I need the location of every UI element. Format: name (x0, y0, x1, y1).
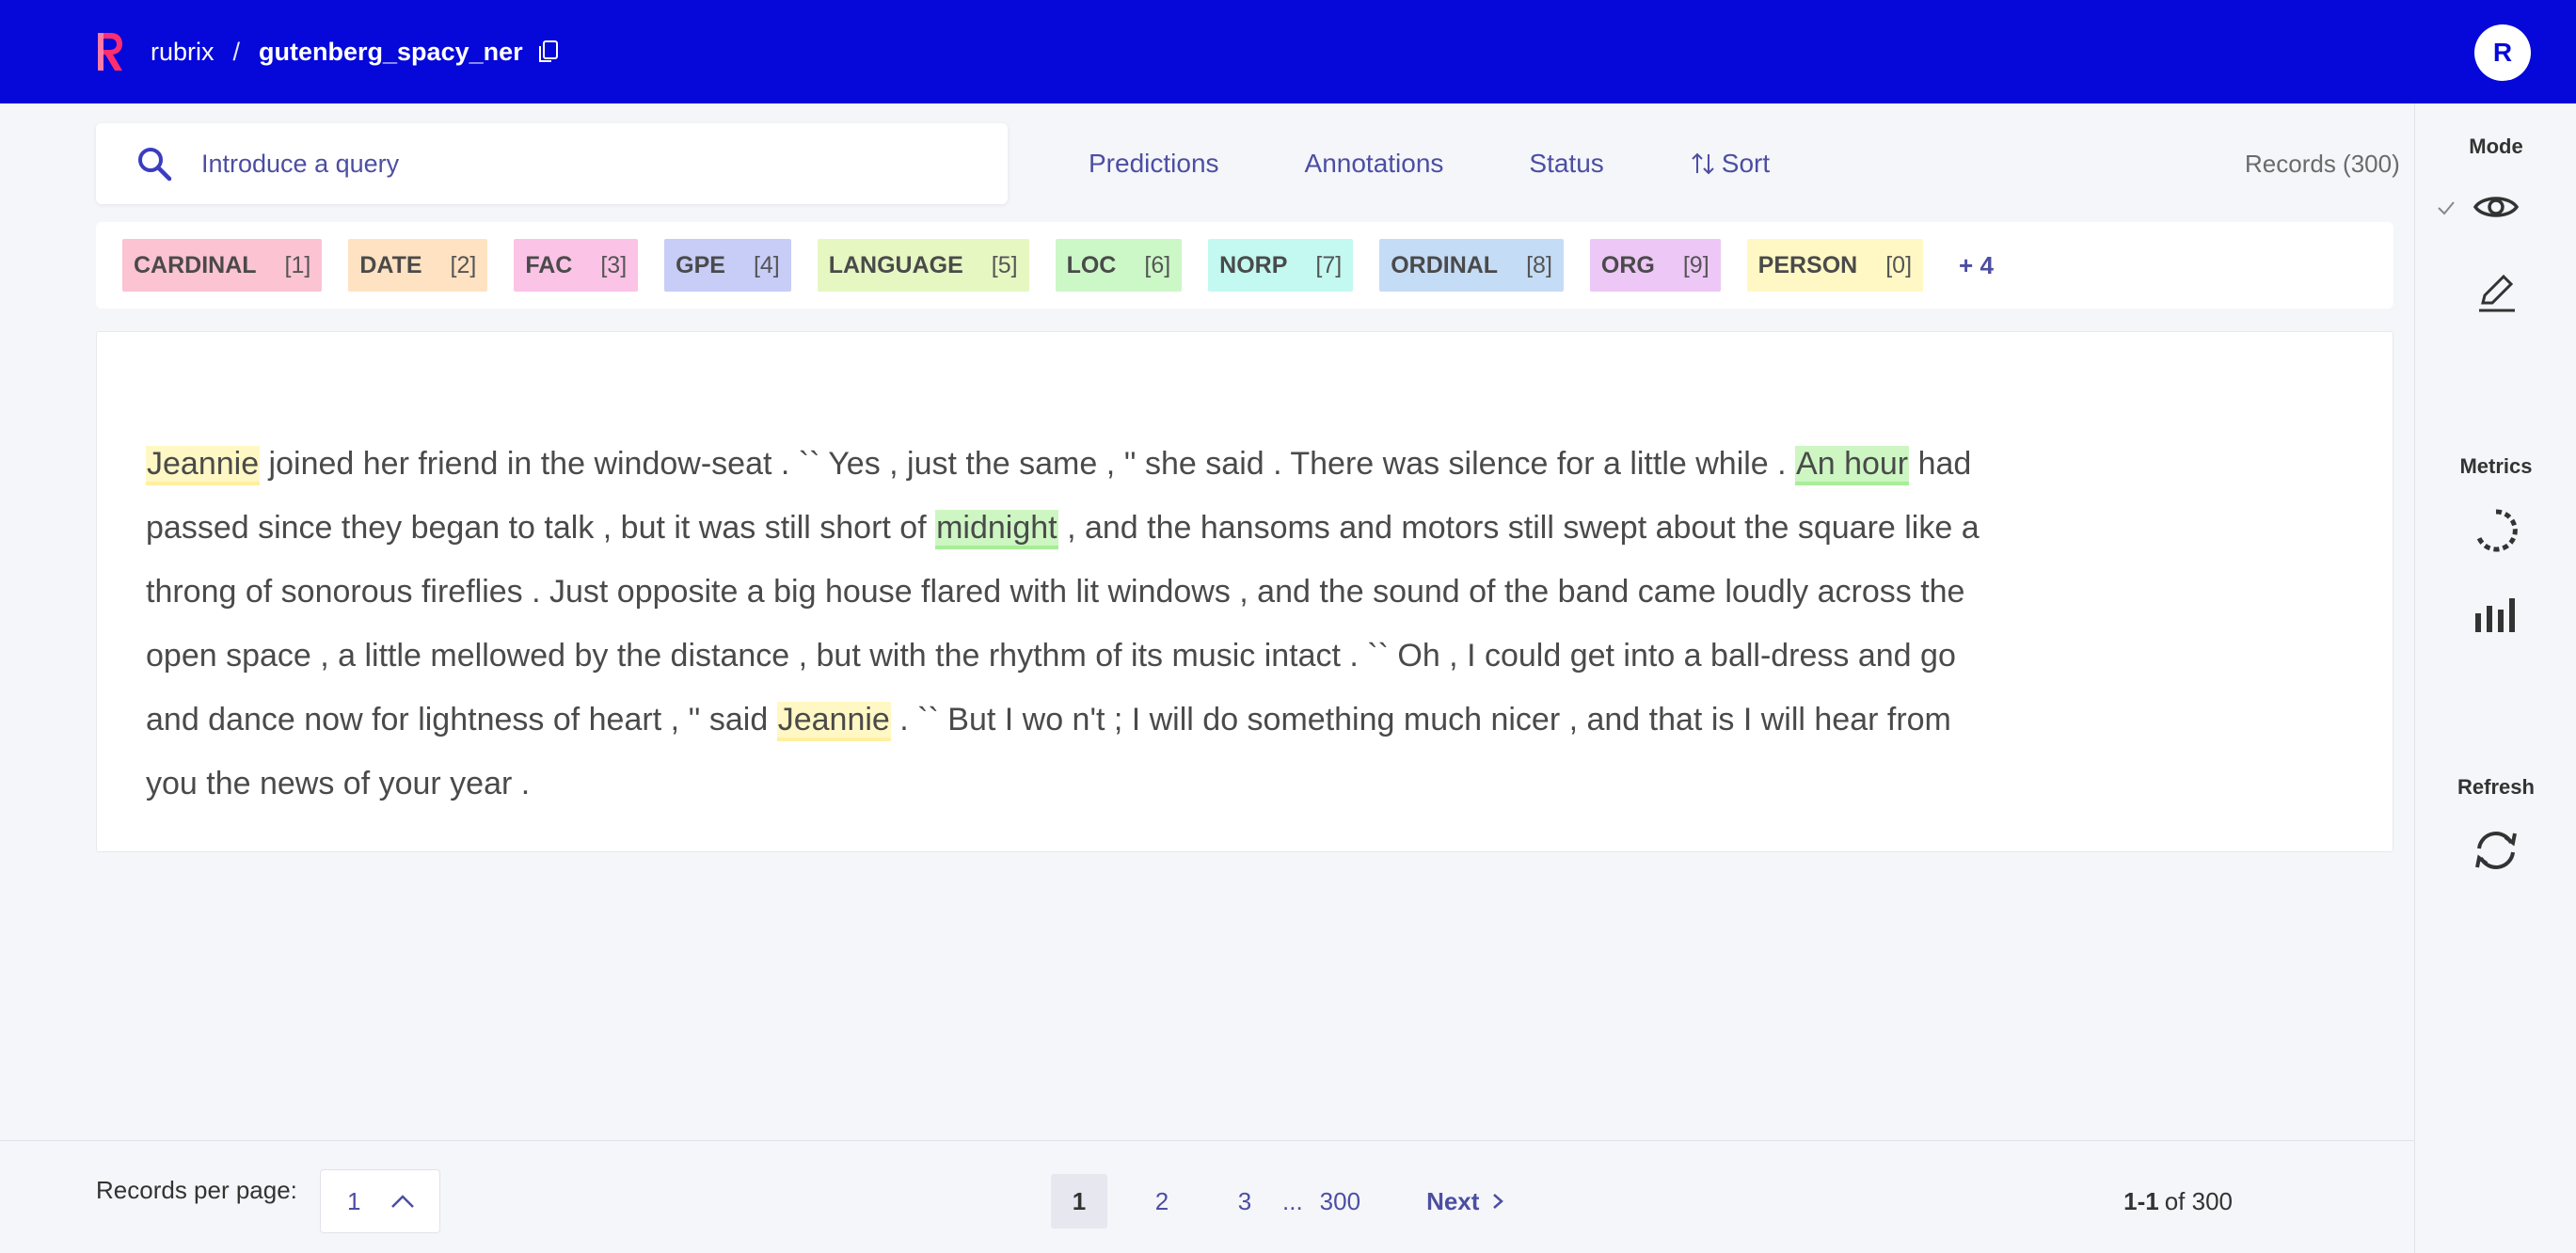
breadcrumb-dataset: gutenberg_spacy_ner (259, 37, 523, 66)
status-filter[interactable]: Status (1529, 149, 1603, 179)
next-label: Next (1426, 1186, 1480, 1215)
label-org[interactable]: ORG [9] (1589, 239, 1721, 292)
chevron-up-icon (391, 1195, 414, 1208)
eye-icon[interactable] (2472, 182, 2520, 231)
right-sidebar: Mode Metrics Refresh (2414, 103, 2576, 1253)
label-shortcut: [1] (284, 251, 311, 278)
refresh-title: Refresh (2457, 775, 2535, 799)
label-language[interactable]: LANGUAGE [5] (817, 239, 1029, 292)
records-per-page-value: 1 (347, 1186, 361, 1215)
label-fac[interactable]: FAC [3] (514, 239, 639, 292)
label-name: LOC (1066, 251, 1117, 278)
records-per-page-label: Records per page: (96, 1176, 297, 1204)
label-shortcut: [4] (753, 251, 780, 278)
chevron-right-icon (1493, 1194, 1504, 1209)
records-range: 1-1 of 300 (2123, 1174, 2233, 1229)
page-button[interactable]: 2 (1134, 1174, 1190, 1229)
pagination-footer: Records per page: 1 1 2 3 ... 300 Next 1… (0, 1140, 2414, 1253)
check-icon (2438, 201, 2455, 215)
label-shortcut: [6] (1144, 251, 1171, 278)
page-ellipsis: ... (1282, 1186, 1303, 1215)
rubrix-logo-icon[interactable] (94, 31, 124, 72)
user-avatar[interactable]: R (2474, 24, 2531, 81)
label-shortcut: [5] (991, 251, 1018, 278)
label-name: CARDINAL (134, 251, 257, 278)
mode-title: Mode (2469, 135, 2523, 158)
breadcrumb-workspace[interactable]: rubrix (151, 38, 215, 67)
label-gpe[interactable]: GPE [4] (664, 239, 791, 292)
label-shortcut: [8] (1526, 251, 1552, 278)
pencil-icon[interactable] (2472, 267, 2520, 316)
label-shortcut: [0] (1885, 251, 1913, 278)
label-loc[interactable]: LOC [6] (1055, 239, 1183, 292)
label-person[interactable]: PERSON [0] (1746, 239, 1924, 292)
search-icon (138, 148, 172, 182)
label-shortcut: [9] (1682, 251, 1709, 278)
label-norp[interactable]: NORP [7] (1208, 239, 1354, 292)
text-segment[interactable]: joined her friend in the window-seat . `… (260, 446, 1795, 482)
page-button[interactable]: 3 (1216, 1174, 1273, 1229)
progress-circle-icon[interactable] (2472, 506, 2520, 555)
entity-labels-bar: CARDINAL [1] DATE [2] FAC [3] GPE [4] LANGUA… (96, 222, 2393, 309)
label-shortcut: [2] (450, 251, 477, 278)
entity-span[interactable]: Jeannie (146, 446, 261, 485)
annotations-filter[interactable]: Annotations (1305, 149, 1444, 179)
label-shortcut: [7] (1315, 251, 1343, 278)
label-name: DATE (359, 251, 422, 278)
breadcrumb-separator: / (232, 37, 241, 66)
entity-span[interactable]: An hour (1795, 446, 1910, 485)
label-ordinal[interactable]: ORDINAL [8] (1379, 239, 1564, 292)
records-per-page-select[interactable]: 1 (320, 1169, 440, 1233)
more-labels-button[interactable]: + 4 (1959, 251, 1994, 280)
label-cardinal[interactable]: CARDINAL [1] (122, 239, 323, 292)
pagination: 1 2 3 ... 300 Next (1051, 1174, 1505, 1229)
label-name: FAC (525, 251, 573, 278)
label-name: GPE (676, 251, 725, 278)
label-shortcut: [3] (600, 251, 628, 278)
label-name: ORDINAL (1391, 251, 1499, 278)
top-bar: rubrix / gutenberg_spacy_ner R (0, 0, 2576, 103)
search-box (96, 123, 1008, 204)
sort-icon (1692, 152, 1714, 175)
entity-span[interactable]: midnight (935, 510, 1058, 549)
metrics-title: Metrics (2459, 454, 2533, 478)
range-total: of 300 (2164, 1186, 2233, 1215)
sort-button[interactable]: Sort (1690, 149, 1770, 179)
refresh-icon[interactable] (2472, 826, 2520, 875)
record-card: Jeannie joined her friend in the window-… (96, 331, 2393, 852)
label-date[interactable]: DATE [2] (348, 239, 488, 292)
next-page-button[interactable]: Next (1426, 1187, 1505, 1216)
records-count: Records (300) (2245, 149, 2400, 178)
page-button-last[interactable]: 300 (1320, 1187, 1360, 1216)
copy-icon[interactable] (538, 40, 559, 64)
record-text[interactable]: Jeannie joined her friend in the window-… (146, 432, 2009, 816)
page-button[interactable]: 1 (1051, 1174, 1107, 1229)
range-current: 1-1 (2123, 1186, 2159, 1215)
entity-span[interactable]: Jeannie (776, 702, 891, 741)
bar-chart-icon[interactable] (2472, 589, 2520, 638)
label-name: LANGUAGE (828, 251, 963, 278)
predictions-filter[interactable]: Predictions (1089, 149, 1219, 179)
label-name: ORG (1600, 251, 1655, 278)
search-input[interactable] (201, 149, 954, 179)
filter-bar: Predictions Annotations Status Sort (1089, 123, 1855, 204)
sort-label: Sort (1721, 149, 1771, 178)
label-name: PERSON (1757, 251, 1858, 278)
breadcrumb: rubrix / gutenberg_spacy_ner (151, 0, 559, 103)
label-name: NORP (1219, 251, 1288, 278)
